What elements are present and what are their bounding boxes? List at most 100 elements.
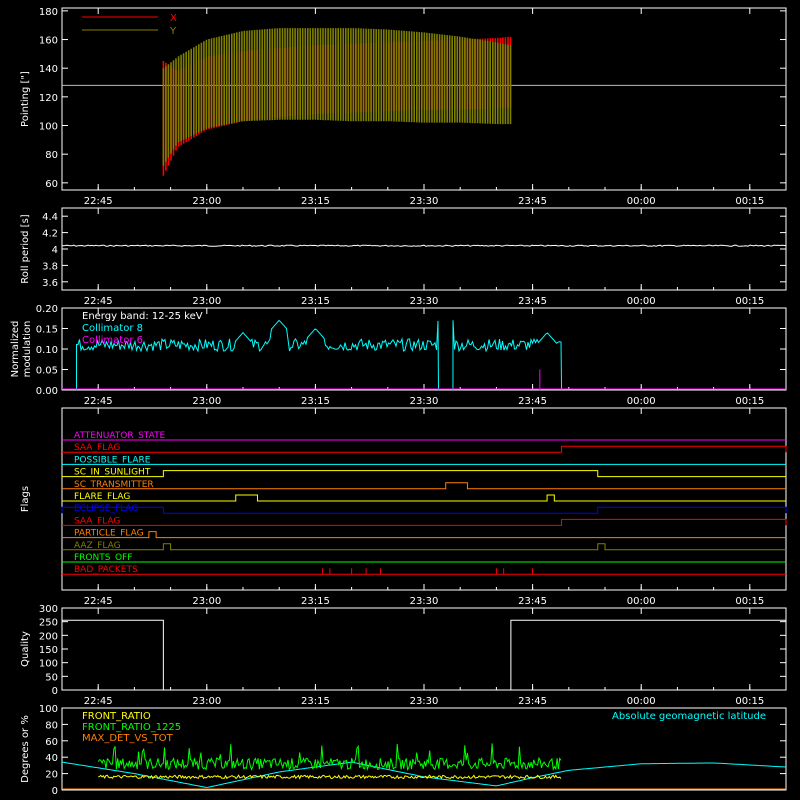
x-tick-label: 23:30	[410, 296, 439, 307]
y-tick-label: 4	[52, 245, 58, 256]
x-tick-label: 23:30	[410, 696, 439, 707]
x-tick-label: 00:15	[735, 396, 764, 407]
x-tick-label: 00:00	[627, 596, 656, 607]
x-tick-label: 23:45	[518, 696, 547, 707]
y-tick-label: 20	[45, 770, 58, 781]
multi-panel-chart: 22:45 23:00 23:15 23:30 23:45 00:00 00:15 60 80 1…	[10, 7, 787, 797]
y-axis-label: modulation	[22, 321, 33, 378]
y-tick-label: 80	[45, 150, 58, 161]
y-tick-label: 120	[39, 93, 58, 104]
x-tick-label: 22:45	[84, 596, 113, 607]
x-tick-label: 22:45	[84, 196, 113, 207]
series-x-band	[162, 36, 512, 176]
flag-line	[62, 543, 786, 551]
y-axis-label: Pointing ["]	[20, 71, 31, 127]
y-tick-label: 0	[52, 786, 58, 797]
x-tick-label: 23:15	[301, 196, 330, 207]
y-tick-label: 300	[39, 604, 58, 615]
x-tick-label: 23:45	[518, 596, 547, 607]
legend-title: Energy band: 12-25 keV	[82, 311, 203, 322]
flag-label: ECLIPSE_FLAG	[74, 504, 138, 514]
y-tick-label: 3.6	[42, 278, 58, 289]
y-tick-label: 250	[39, 618, 58, 629]
y-tick-label: 150	[39, 645, 58, 656]
x-tick-label: 00:15	[735, 596, 764, 607]
y-tick-label: 0.00	[36, 386, 58, 397]
y-tick-label: 180	[39, 7, 58, 18]
flag-line	[62, 470, 786, 478]
x-tick-label: 00:15	[735, 196, 764, 207]
flag-line	[62, 518, 787, 526]
y-tick-label: 4.2	[42, 229, 58, 240]
y-tick-label: 80	[45, 720, 58, 731]
x-tick-label: 23:30	[410, 196, 439, 207]
y-tick-label: 60	[45, 179, 58, 190]
y-axis-label: Roll period [s]	[20, 214, 31, 283]
x-tick-label: 23:15	[301, 696, 330, 707]
x-tick-label: 23:00	[192, 296, 221, 307]
x-tick-label: 00:15	[735, 296, 764, 307]
legend-label: FRONT_RATIO_1225	[82, 722, 181, 733]
y-tick-label: 50	[45, 672, 58, 683]
legend-label: Collimator 8	[82, 323, 143, 334]
x-tick-label: 23:00	[192, 396, 221, 407]
flag-line	[61, 506, 787, 514]
flag-line	[62, 482, 786, 490]
front-ratio-line	[98, 774, 562, 780]
x-tick-label: 22:45	[84, 296, 113, 307]
roll-panel-frame	[61, 207, 787, 291]
legend-label: MAX_DET_VS_TOT	[82, 733, 174, 744]
y-tick-label: 0.05	[36, 366, 58, 377]
x-tick-label: 23:00	[192, 696, 221, 707]
x-tick-label: 00:15	[735, 696, 764, 707]
y-tick-label: 40	[45, 753, 58, 764]
y-tick-label: 60	[45, 737, 58, 748]
y-tick-label: 160	[39, 36, 58, 47]
x-tick-label: 23:15	[301, 396, 330, 407]
x-tick-label: 23:00	[192, 596, 221, 607]
legend-label: Collimator 6	[82, 335, 143, 346]
y-tick-label: 100	[39, 122, 58, 133]
flags-panel-frame	[61, 407, 787, 591]
collimator-8-line	[452, 320, 563, 391]
y-tick-label: 4.4	[42, 212, 58, 223]
x-tick-label: 23:45	[518, 196, 547, 207]
flag-line	[62, 494, 786, 502]
legend-label-right: Absolute geomagnetic latitude	[612, 711, 766, 722]
y-tick-label: 3.8	[42, 261, 58, 272]
y-tick-label: 0.10	[36, 345, 58, 356]
y-tick-label: 100	[39, 704, 58, 715]
y-axis-label: Degrees or %	[20, 715, 31, 783]
x-tick-label: 23:30	[410, 396, 439, 407]
x-tick-label: 23:45	[518, 396, 547, 407]
chart-page: 22:45 23:00 23:15 23:30 23:45 00:00 00:15 60 80 1…	[0, 0, 800, 800]
y-tick-label: 100	[39, 659, 58, 670]
x-tick-label: 00:00	[627, 296, 656, 307]
x-tick-label: 23:15	[301, 596, 330, 607]
y-axis-label: Flags	[20, 486, 31, 512]
legend-label: FRONT_RATIO	[82, 711, 151, 722]
quality-line	[62, 619, 786, 691]
y-tick-label: 0.15	[36, 325, 58, 336]
x-tick-label: 00:00	[627, 196, 656, 207]
x-tick-label: 23:30	[410, 596, 439, 607]
x-tick-label: 00:00	[627, 696, 656, 707]
x-tick-label: 23:45	[518, 296, 547, 307]
y-tick-label: 0	[52, 686, 58, 697]
roll-period-line	[61, 244, 787, 247]
y-tick-label: 200	[39, 631, 58, 642]
series-y-band	[162, 28, 512, 166]
x-tick-label: 22:45	[84, 696, 113, 707]
y-axis-label: Quality	[20, 631, 31, 667]
legend-label: Y	[169, 26, 177, 37]
x-tick-label: 23:15	[301, 296, 330, 307]
flag-line	[62, 531, 786, 539]
y-axis-label: Normalized	[10, 321, 21, 378]
y-tick-label: 0.20	[36, 304, 58, 315]
flag-line	[62, 445, 787, 453]
x-tick-label: 23:00	[192, 196, 221, 207]
x-tick-label: 00:00	[627, 396, 656, 407]
y-tick-label: 140	[39, 64, 58, 75]
legend-label: X	[170, 13, 177, 24]
x-tick-label: 22:45	[84, 396, 113, 407]
